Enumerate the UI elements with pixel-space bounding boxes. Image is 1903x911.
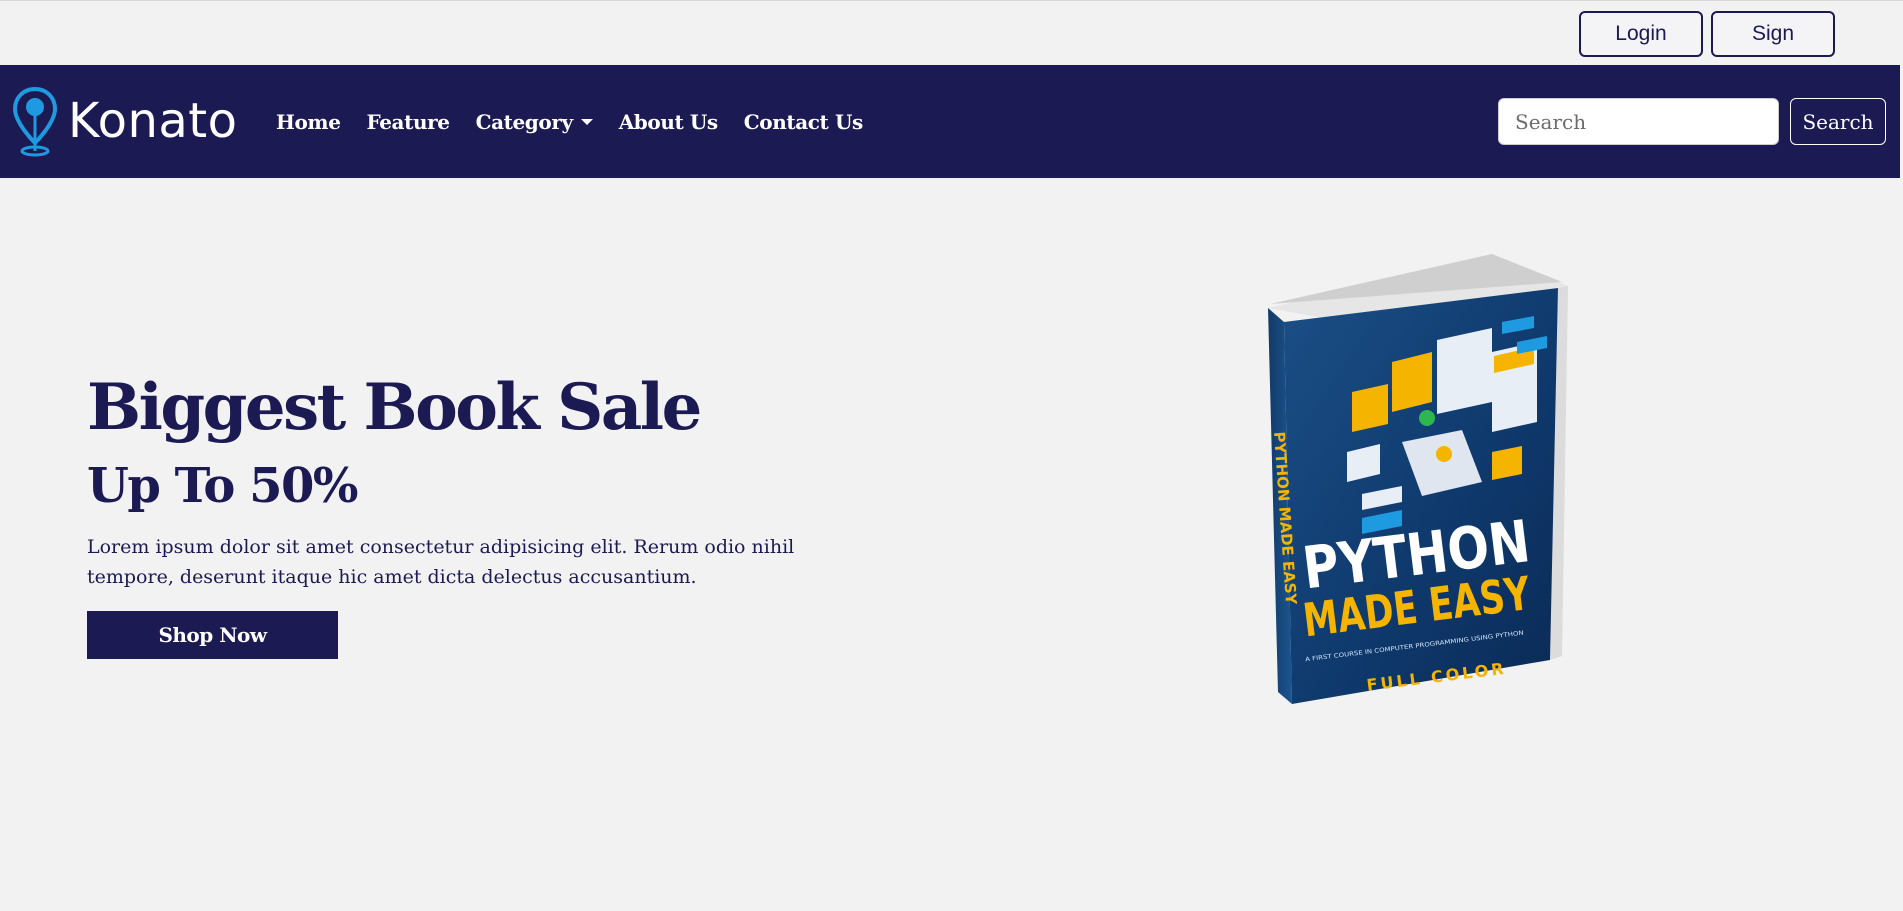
hero-subtitle: Up To 50% [87,458,358,514]
search-input[interactable] [1498,98,1779,145]
brand-name: Konato [68,93,238,149]
nav-links: Home Feature Category About Us Contact U… [276,65,889,178]
python-book-illustration: PYTHON MADE EASY A FIRST COURSE IN COMPU… [1268,254,1568,704]
book-cover-image: PYTHON MADE EASY A FIRST COURSE IN COMPU… [1262,252,1578,708]
nav-link-category-label: Category [475,109,574,134]
top-auth-bar: Login Sign [0,0,1903,65]
shop-now-button[interactable]: Shop Now [87,611,338,659]
main-navbar: Konato Home Feature Category About Us Co… [0,65,1900,178]
search-button[interactable]: Search [1790,98,1886,145]
nav-link-contact[interactable]: Contact Us [744,110,863,134]
hero-title: Biggest Book Sale [87,370,702,445]
brand-logo[interactable]: Konato [12,85,237,157]
chevron-down-icon [580,118,593,125]
sign-button[interactable]: Sign [1711,11,1835,57]
nav-link-category[interactable]: Category [476,110,593,134]
nav-link-about[interactable]: About Us [619,110,718,134]
nav-link-home[interactable]: Home [276,110,341,134]
location-pin-icon [12,86,58,157]
hero-description: Lorem ipsum dolor sit amet consectetur a… [87,536,795,588]
nav-link-feature[interactable]: Feature [367,110,450,134]
login-button[interactable]: Login [1579,11,1703,57]
